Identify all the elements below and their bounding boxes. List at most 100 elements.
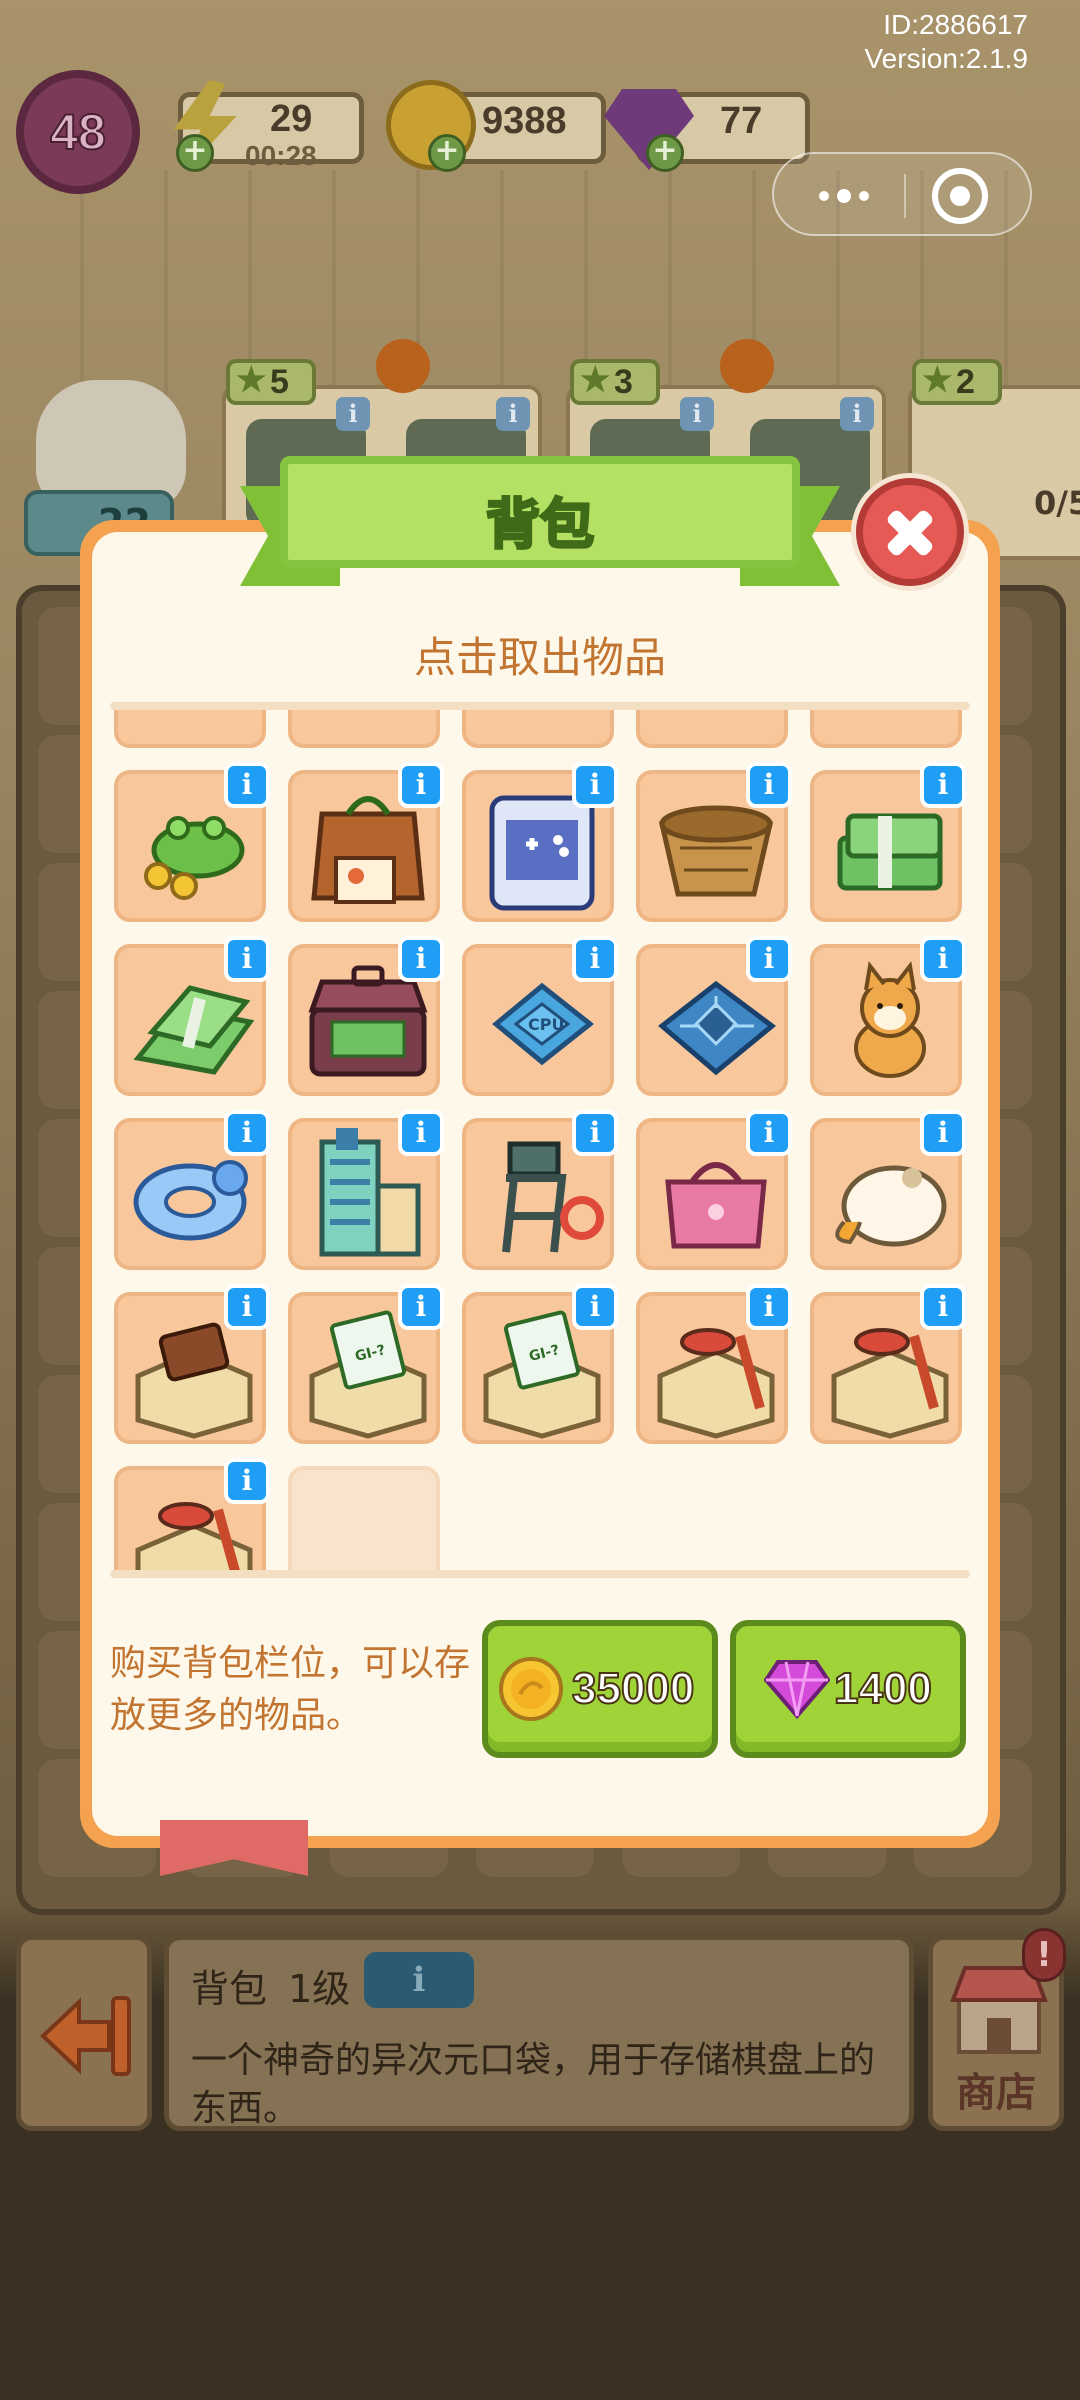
buy-slot-coins-button[interactable]: 35000 xyxy=(482,1620,718,1758)
red-basket-icon xyxy=(118,710,270,752)
item-slot-empty-slot[interactable] xyxy=(288,1466,440,1570)
item-info-icon[interactable]: i xyxy=(572,1110,618,1156)
orange-ball-icon xyxy=(376,339,430,393)
item-info-icon[interactable]: i xyxy=(398,936,444,982)
miniprogram-capsule xyxy=(772,152,1032,236)
item-slot-box-paint[interactable]: i xyxy=(114,1458,270,1570)
item-slot-money-suitcase[interactable]: i xyxy=(288,936,444,1096)
item-slot-sauce-bucket[interactable] xyxy=(288,710,440,748)
item-slot-cpu-chip[interactable]: CPU i xyxy=(462,936,618,1096)
sauce-bucket-icon xyxy=(466,710,618,752)
player-level-value: 48 xyxy=(49,103,107,161)
modal-subtitle: 点击取出物品 xyxy=(413,633,666,682)
item-info-icon[interactable]: i xyxy=(572,936,618,982)
coins-value: 9388 xyxy=(482,100,567,142)
shelf-star-badge: 5 xyxy=(226,359,316,405)
capsule-divider xyxy=(904,174,906,218)
info-icon: i xyxy=(840,397,874,431)
energy-value: 29 xyxy=(270,98,313,140)
item-info-icon[interactable]: i xyxy=(224,762,270,808)
gem-price: 1400 xyxy=(833,1663,933,1714)
close-miniprogram-button[interactable] xyxy=(932,168,988,224)
empty-slot-icon xyxy=(292,1470,444,1570)
item-info-icon[interactable]: i xyxy=(920,936,966,982)
grid-divider-bottom xyxy=(110,1570,970,1578)
version-label: Version:2.1.9 xyxy=(864,43,1028,74)
item-slot-cash-stack[interactable]: i xyxy=(810,762,966,922)
item-info-icon[interactable]: i xyxy=(224,1110,270,1156)
item-slot-sauce-bucket[interactable] xyxy=(810,710,962,748)
item-info-icon[interactable]: i xyxy=(224,936,270,982)
item-info-icon[interactable]: i xyxy=(572,1284,618,1330)
exit-button[interactable] xyxy=(16,1935,152,2131)
dot-icon xyxy=(859,191,869,201)
item-slot-cash-pile[interactable]: i xyxy=(114,936,270,1096)
item-slot-circuit-board[interactable]: i xyxy=(636,936,792,1096)
item-info-icon[interactable]: i xyxy=(572,762,618,808)
shelf-star-badge: 3 xyxy=(570,359,660,405)
item-slot-sauce-bucket[interactable] xyxy=(462,710,614,748)
item-slot-red-basket[interactable] xyxy=(114,710,266,748)
item-slot-box-notebook[interactable]: GI-? i xyxy=(288,1284,444,1444)
item-slot-building[interactable]: i xyxy=(288,1110,444,1270)
shop-alert-badge: ! xyxy=(1022,1928,1066,1982)
sauce-bucket-icon xyxy=(640,710,792,752)
buy-slot-description: 购买背包栏位，可以存放更多的物品。 xyxy=(110,1643,471,1736)
sauce-bucket-icon xyxy=(814,710,966,752)
sauce-bucket-icon xyxy=(292,710,444,752)
grid-divider-top xyxy=(110,702,970,710)
svg-text:CPU: CPU xyxy=(528,1015,564,1034)
buy-slot-gems-button[interactable]: 1400 xyxy=(730,1620,966,1758)
player-level-badge[interactable]: 48 xyxy=(16,70,140,194)
item-slot-woven-basket[interactable]: i xyxy=(636,762,792,922)
item-slot-box-notebook[interactable]: GI-? i xyxy=(462,1284,618,1444)
more-menu-button[interactable] xyxy=(804,176,884,216)
gem-icon xyxy=(764,1660,830,1720)
item-info-icon[interactable]: i xyxy=(920,1284,966,1330)
exit-arrow-icon xyxy=(40,1996,131,2076)
orange-ball-icon xyxy=(720,339,774,393)
item-slot-jade-frog-coins[interactable]: i xyxy=(114,762,270,922)
close-modal-button[interactable] xyxy=(856,478,964,586)
item-info-icon[interactable]: i xyxy=(746,1284,792,1330)
coin-price: 35000 xyxy=(571,1663,695,1714)
item-info-icon[interactable]: i xyxy=(398,762,444,808)
add-energy-icon[interactable]: + xyxy=(176,134,214,172)
user-id: ID:2886617 xyxy=(883,9,1028,40)
item-slot-shiba-dog[interactable]: i xyxy=(810,936,966,1096)
item-info-icon[interactable]: i xyxy=(224,1284,270,1330)
dot-icon xyxy=(837,189,851,203)
shelf-star-badge: 2 xyxy=(912,359,1002,405)
item-info-icon[interactable]: i xyxy=(920,1110,966,1156)
info-icon: i xyxy=(496,397,530,431)
add-gems-icon[interactable]: + xyxy=(646,134,684,172)
add-coins-icon[interactable]: + xyxy=(428,134,466,172)
dot-icon xyxy=(819,191,829,201)
item-info-icon[interactable]: i xyxy=(398,1284,444,1330)
item-info-icon[interactable]: i xyxy=(920,762,966,808)
item-info-icon[interactable]: i xyxy=(746,936,792,982)
item-info-icon[interactable]: i xyxy=(398,1110,444,1156)
item-slot-pink-handbag[interactable]: i xyxy=(636,1110,792,1270)
item-slot-swim-ring[interactable]: i xyxy=(114,1110,270,1270)
item-slot-gift-bag[interactable]: i xyxy=(288,762,444,922)
item-info-panel: 背包 1级 i 一个神奇的异次元口袋，用于存储棋盘上的东西。 xyxy=(164,1935,914,2131)
backpack-item-grid[interactable]: i i i i i i i CPU i i i i i i i i i GI-? i GI-? i i i i xyxy=(110,710,970,1570)
item-slot-box-wallet[interactable]: i xyxy=(114,1284,270,1444)
item-slot-box-paint[interactable]: i xyxy=(810,1284,966,1444)
info-icon: i xyxy=(336,397,370,431)
energy-timer: 00:28 xyxy=(245,140,317,171)
modal-title-ribbon: 背包 xyxy=(240,456,840,586)
item-info-icon[interactable]: i xyxy=(746,1110,792,1156)
item-slot-duck-plush[interactable]: i xyxy=(810,1110,966,1270)
item-slot-game-console-box[interactable]: i xyxy=(462,762,618,922)
item-slot-sauce-bucket[interactable] xyxy=(636,710,788,748)
item-info-button[interactable]: i xyxy=(364,1952,474,2008)
item-info-icon[interactable]: i xyxy=(224,1458,270,1504)
modal-title: 背包 xyxy=(485,492,596,558)
item-slot-lifeguard-chair[interactable]: i xyxy=(462,1110,618,1270)
gems-value: 77 xyxy=(720,100,763,142)
item-info-icon[interactable]: i xyxy=(746,762,792,808)
item-description: 一个神奇的异次元口袋，用于存储棋盘上的东西。 xyxy=(191,2040,876,2129)
item-slot-box-paint[interactable]: i xyxy=(636,1284,792,1444)
